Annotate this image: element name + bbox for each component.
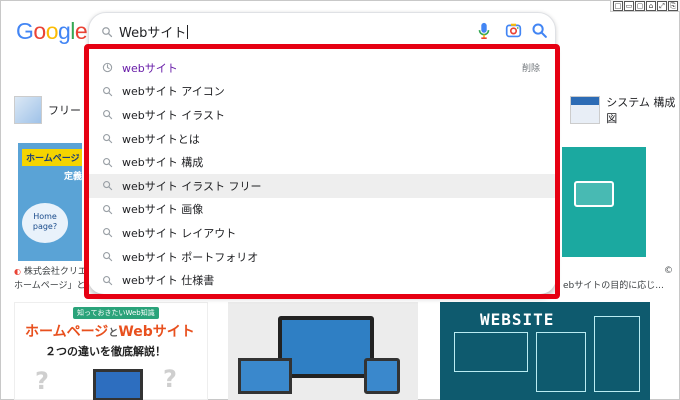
card-heading: 定義: [64, 172, 82, 182]
window-control-4[interactable]: ⌂: [646, 1, 656, 11]
search-input[interactable]: Webサイト: [119, 22, 188, 41]
search-icon: [101, 23, 113, 42]
search-icon: [92, 157, 122, 168]
window-control-5[interactable]: ⤢: [657, 1, 667, 11]
google-logo[interactable]: Google: [16, 18, 88, 45]
window-control-6[interactable]: ⎘: [668, 1, 678, 11]
image-result-card[interactable]: ホームページ 定義 Home page?: [18, 143, 82, 261]
suggestion-text: webサイトとは: [122, 132, 200, 146]
search-icon: [92, 275, 122, 286]
card-ribbon: ホームページ: [22, 149, 82, 166]
suggestion-text: webサイト アイコン: [122, 85, 225, 99]
caption-line: 株式会社クリエ: [23, 267, 87, 277]
remove-history-button[interactable]: 削除: [522, 61, 540, 74]
monitor-illustration: [93, 369, 143, 400]
logo-letter: G: [16, 18, 34, 44]
chip-thumbnail: [570, 96, 601, 124]
suggestion-text: webサイト ポートフォリオ: [122, 250, 259, 264]
suggestion-item-history[interactable]: webサイト 削除: [88, 56, 556, 80]
logo-letter: g: [57, 18, 71, 44]
suggestion-item[interactable]: webサイト 画像: [88, 198, 556, 222]
cart-illustration: [574, 181, 614, 207]
search-button-icon[interactable]: [531, 22, 548, 43]
suggestion-text: webサイト イラスト フリー: [122, 179, 262, 193]
image-title: WEBSITE: [480, 310, 555, 329]
suggestion-text: webサイト レイアウト: [122, 226, 237, 240]
search-icon: [92, 109, 122, 120]
search-icon: [92, 227, 122, 238]
image-headline: ホームページとWebサイト: [25, 321, 195, 341]
window-control-3[interactable]: ▢: [635, 1, 645, 11]
question-mark: ?: [163, 365, 177, 393]
suggestion-list: webサイト 削除 webサイト アイコン webサイト イラスト webサイト…: [88, 48, 556, 292]
headline-part: Webサイト: [118, 324, 195, 340]
search-icon: [92, 133, 122, 144]
search-icon: [92, 86, 122, 97]
suggestion-text: webサイト 画像: [122, 203, 204, 217]
bubble-line: Home: [33, 212, 57, 221]
related-chip-right[interactable]: システム 構成 図: [570, 94, 680, 126]
image-caption[interactable]: ◐ 株式会社クリエ ホームページ」と: [14, 265, 87, 293]
laptop-illustration: [238, 358, 292, 394]
wireframe-box: [454, 332, 528, 372]
logo-letter: o: [45, 18, 59, 44]
window-control-2[interactable]: ▭: [624, 1, 634, 11]
history-clock-icon: [92, 62, 122, 73]
desktop-monitor-illustration: [278, 316, 374, 378]
image-result-card[interactable]: WEBSITE: [440, 302, 650, 400]
chip-label: フリー: [48, 104, 81, 117]
search-bar[interactable]: Webサイト: [88, 12, 556, 48]
suggestion-item[interactable]: webサイト イラスト: [88, 103, 556, 127]
search-icon: [92, 180, 122, 191]
image-result-card[interactable]: [562, 147, 646, 257]
suggestion-item-hovered[interactable]: webサイト イラスト フリー: [88, 173, 556, 198]
wireframe-box: [536, 332, 586, 392]
suggestion-text: webサイト 構成: [122, 156, 204, 170]
chip-label: システム 構成 図: [606, 96, 676, 125]
search-icon: [92, 204, 122, 215]
wireframe-box: [594, 316, 640, 392]
suggestion-text: webサイト イラスト: [122, 108, 226, 122]
suggestion-text: webサイト 仕様書: [122, 274, 215, 288]
suggestion-item[interactable]: webサイト 構成: [88, 150, 556, 174]
logo-letter: o: [33, 18, 46, 44]
bubble-line: page?: [32, 222, 58, 231]
suggestion-text: webサイト: [122, 61, 178, 75]
suggestion-item[interactable]: webサイト レイアウト: [88, 221, 556, 245]
image-subline: ２つの違いを徹底解説！: [45, 345, 166, 358]
window-control-1[interactable]: □: [613, 1, 623, 11]
suggestion-item[interactable]: webサイト 仕様書: [88, 268, 556, 292]
question-mark: ?: [35, 367, 49, 395]
image-caption-edge[interactable]: ©: [664, 264, 673, 278]
related-chip-left[interactable]: フリー: [14, 94, 81, 126]
chip-thumbnail: [14, 96, 42, 124]
image-result-card[interactable]: [228, 302, 418, 400]
suggestion-item[interactable]: webサイト ポートフォリオ: [88, 245, 556, 269]
caption-line: ホームページ」と: [14, 281, 86, 291]
autocomplete-dropdown: webサイト 削除 webサイト アイコン webサイト イラスト webサイト…: [88, 48, 556, 294]
window-controls: □ ▭ ▢ ⌂ ⤢ ⎘: [610, 0, 680, 12]
suggestion-item[interactable]: webサイトとは: [88, 127, 556, 151]
logo-letter: e: [74, 18, 88, 44]
image-caption[interactable]: ebサイトの目的に応じ...: [563, 278, 664, 291]
source-favicon-icon: ◐: [14, 267, 21, 276]
headline-part: ホームページ: [25, 324, 109, 340]
image-tag: 知っておきたいWeb知識: [73, 307, 159, 319]
microphone-icon[interactable]: [477, 22, 491, 44]
camera-lens-icon[interactable]: [505, 22, 522, 43]
image-result-card[interactable]: 知っておきたいWeb知識 ホームページとWebサイト ２つの違いを徹底解説！ ?…: [14, 302, 208, 400]
search-icon: [92, 251, 122, 262]
suggestion-item[interactable]: webサイト アイコン: [88, 80, 556, 104]
headline-and: と: [108, 328, 119, 339]
card-bubble: Home page?: [22, 203, 68, 243]
tablet-illustration: [364, 358, 400, 394]
